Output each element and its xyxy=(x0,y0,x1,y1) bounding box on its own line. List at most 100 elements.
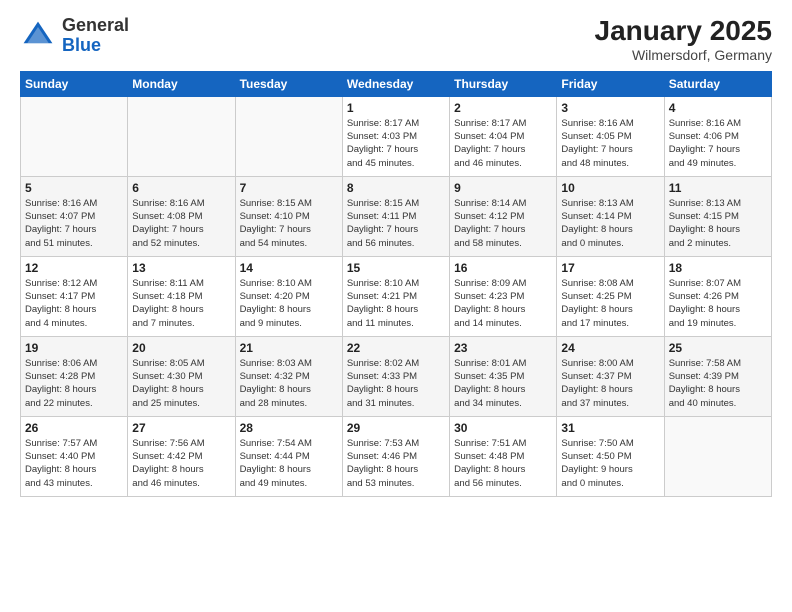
day-info: Sunrise: 7:56 AM Sunset: 4:42 PM Dayligh… xyxy=(132,437,230,490)
day-number: 30 xyxy=(454,421,552,435)
page: General Blue January 2025 Wilmersdorf, G… xyxy=(0,0,792,612)
day-info: Sunrise: 7:54 AM Sunset: 4:44 PM Dayligh… xyxy=(240,437,338,490)
day-info: Sunrise: 8:09 AM Sunset: 4:23 PM Dayligh… xyxy=(454,277,552,330)
day-number: 21 xyxy=(240,341,338,355)
logo-blue: Blue xyxy=(62,35,101,55)
day-cell xyxy=(235,96,342,176)
logo-icon xyxy=(20,18,56,54)
calendar: Sunday Monday Tuesday Wednesday Thursday… xyxy=(20,71,772,497)
day-cell: 3 Sunrise: 8:16 AM Sunset: 4:05 PM Daylig… xyxy=(557,96,664,176)
day-cell: 11Sunrise: 8:13 AM Sunset: 4:15 PM Dayli… xyxy=(664,176,771,256)
day-info: Sunrise: 8:15 AM Sunset: 4:11 PM Dayligh… xyxy=(347,197,445,250)
day-cell: 26 Sunrise: 7:57 AM Sunset: 4:40 PM Dayli… xyxy=(21,416,128,496)
day-number: 28 xyxy=(240,421,338,435)
day-number: 27 xyxy=(132,421,230,435)
col-monday: Monday xyxy=(128,71,235,96)
day-number: 24 xyxy=(561,341,659,355)
day-cell: 28 Sunrise: 7:54 AM Sunset: 4:44 PM Dayli… xyxy=(235,416,342,496)
day-cell: 22 Sunrise: 8:02 AM Sunset: 4:33 PM Dayli… xyxy=(342,336,449,416)
day-info: Sunrise: 8:10 AM Sunset: 4:21 PM Dayligh… xyxy=(347,277,445,330)
day-info: Sunrise: 8:16 AM Sunset: 4:06 PM Dayligh… xyxy=(669,117,767,170)
day-cell: 29Sunrise: 7:53 AM Sunset: 4:46 PM Dayli… xyxy=(342,416,449,496)
day-number: 19 xyxy=(25,341,123,355)
day-info: Sunrise: 7:51 AM Sunset: 4:48 PM Dayligh… xyxy=(454,437,552,490)
header: General Blue January 2025 Wilmersdorf, G… xyxy=(20,16,772,63)
day-number: 12 xyxy=(25,261,123,275)
day-info: Sunrise: 8:00 AM Sunset: 4:37 PM Dayligh… xyxy=(561,357,659,410)
day-cell: 19Sunrise: 8:06 AM Sunset: 4:28 PM Dayli… xyxy=(21,336,128,416)
day-number: 16 xyxy=(454,261,552,275)
day-info: Sunrise: 7:58 AM Sunset: 4:39 PM Dayligh… xyxy=(669,357,767,410)
day-info: Sunrise: 7:57 AM Sunset: 4:40 PM Dayligh… xyxy=(25,437,123,490)
day-info: Sunrise: 8:17 AM Sunset: 4:03 PM Dayligh… xyxy=(347,117,445,170)
day-number: 1 xyxy=(347,101,445,115)
day-number: 2 xyxy=(454,101,552,115)
day-cell: 12Sunrise: 8:12 AM Sunset: 4:17 PM Dayli… xyxy=(21,256,128,336)
logo-text: General Blue xyxy=(62,16,129,56)
calendar-header: Sunday Monday Tuesday Wednesday Thursday… xyxy=(21,71,772,96)
day-info: Sunrise: 8:14 AM Sunset: 4:12 PM Dayligh… xyxy=(454,197,552,250)
day-cell: 31Sunrise: 7:50 AM Sunset: 4:50 PM Dayli… xyxy=(557,416,664,496)
day-info: Sunrise: 8:11 AM Sunset: 4:18 PM Dayligh… xyxy=(132,277,230,330)
day-cell: 13 Sunrise: 8:11 AM Sunset: 4:18 PM Dayli… xyxy=(128,256,235,336)
day-info: Sunrise: 8:01 AM Sunset: 4:35 PM Dayligh… xyxy=(454,357,552,410)
days-of-week-row: Sunday Monday Tuesday Wednesday Thursday… xyxy=(21,71,772,96)
day-cell xyxy=(128,96,235,176)
day-info: Sunrise: 7:50 AM Sunset: 4:50 PM Dayligh… xyxy=(561,437,659,490)
day-cell: 2 Sunrise: 8:17 AM Sunset: 4:04 PM Daylig… xyxy=(450,96,557,176)
col-tuesday: Tuesday xyxy=(235,71,342,96)
day-cell: 15Sunrise: 8:10 AM Sunset: 4:21 PM Dayli… xyxy=(342,256,449,336)
day-cell: 23Sunrise: 8:01 AM Sunset: 4:35 PM Dayli… xyxy=(450,336,557,416)
day-cell: 10Sunrise: 8:13 AM Sunset: 4:14 PM Dayli… xyxy=(557,176,664,256)
week-row-3: 12Sunrise: 8:12 AM Sunset: 4:17 PM Dayli… xyxy=(21,256,772,336)
day-cell: 1 Sunrise: 8:17 AM Sunset: 4:03 PM Daylig… xyxy=(342,96,449,176)
day-number: 8 xyxy=(347,181,445,195)
day-cell: 16 Sunrise: 8:09 AM Sunset: 4:23 PM Dayli… xyxy=(450,256,557,336)
day-info: Sunrise: 8:15 AM Sunset: 4:10 PM Dayligh… xyxy=(240,197,338,250)
day-info: Sunrise: 8:07 AM Sunset: 4:26 PM Dayligh… xyxy=(669,277,767,330)
day-info: Sunrise: 8:16 AM Sunset: 4:07 PM Dayligh… xyxy=(25,197,123,250)
day-cell xyxy=(21,96,128,176)
day-number: 7 xyxy=(240,181,338,195)
day-info: Sunrise: 8:17 AM Sunset: 4:04 PM Dayligh… xyxy=(454,117,552,170)
day-cell: 27 Sunrise: 7:56 AM Sunset: 4:42 PM Dayli… xyxy=(128,416,235,496)
day-info: Sunrise: 8:16 AM Sunset: 4:05 PM Dayligh… xyxy=(561,117,659,170)
day-cell: 5Sunrise: 8:16 AM Sunset: 4:07 PM Daylig… xyxy=(21,176,128,256)
day-cell: 14Sunrise: 8:10 AM Sunset: 4:20 PM Dayli… xyxy=(235,256,342,336)
day-number: 20 xyxy=(132,341,230,355)
day-cell xyxy=(664,416,771,496)
day-number: 26 xyxy=(25,421,123,435)
day-cell: 25Sunrise: 7:58 AM Sunset: 4:39 PM Dayli… xyxy=(664,336,771,416)
week-row-1: 1 Sunrise: 8:17 AM Sunset: 4:03 PM Daylig… xyxy=(21,96,772,176)
day-number: 9 xyxy=(454,181,552,195)
day-info: Sunrise: 8:02 AM Sunset: 4:33 PM Dayligh… xyxy=(347,357,445,410)
day-info: Sunrise: 8:10 AM Sunset: 4:20 PM Dayligh… xyxy=(240,277,338,330)
day-cell: 24 Sunrise: 8:00 AM Sunset: 4:37 PM Dayli… xyxy=(557,336,664,416)
day-info: Sunrise: 8:08 AM Sunset: 4:25 PM Dayligh… xyxy=(561,277,659,330)
day-cell: 6Sunrise: 8:16 AM Sunset: 4:08 PM Daylig… xyxy=(128,176,235,256)
day-cell: 21 Sunrise: 8:03 AM Sunset: 4:32 PM Dayli… xyxy=(235,336,342,416)
col-thursday: Thursday xyxy=(450,71,557,96)
day-cell: 30 Sunrise: 7:51 AM Sunset: 4:48 PM Dayli… xyxy=(450,416,557,496)
day-cell: 9 Sunrise: 8:14 AM Sunset: 4:12 PM Daylig… xyxy=(450,176,557,256)
logo-general: General xyxy=(62,15,129,35)
day-number: 17 xyxy=(561,261,659,275)
day-number: 13 xyxy=(132,261,230,275)
day-info: Sunrise: 8:13 AM Sunset: 4:15 PM Dayligh… xyxy=(669,197,767,250)
subtitle: Wilmersdorf, Germany xyxy=(595,47,772,63)
day-cell: 18Sunrise: 8:07 AM Sunset: 4:26 PM Dayli… xyxy=(664,256,771,336)
col-sunday: Sunday xyxy=(21,71,128,96)
day-cell: 8 Sunrise: 8:15 AM Sunset: 4:11 PM Daylig… xyxy=(342,176,449,256)
week-row-2: 5Sunrise: 8:16 AM Sunset: 4:07 PM Daylig… xyxy=(21,176,772,256)
day-number: 22 xyxy=(347,341,445,355)
col-wednesday: Wednesday xyxy=(342,71,449,96)
day-cell: 7 Sunrise: 8:15 AM Sunset: 4:10 PM Daylig… xyxy=(235,176,342,256)
day-info: Sunrise: 8:05 AM Sunset: 4:30 PM Dayligh… xyxy=(132,357,230,410)
week-row-5: 26 Sunrise: 7:57 AM Sunset: 4:40 PM Dayli… xyxy=(21,416,772,496)
day-info: Sunrise: 8:03 AM Sunset: 4:32 PM Dayligh… xyxy=(240,357,338,410)
main-title: January 2025 xyxy=(595,16,772,47)
day-cell: 20 Sunrise: 8:05 AM Sunset: 4:30 PM Dayli… xyxy=(128,336,235,416)
day-cell: 17 Sunrise: 8:08 AM Sunset: 4:25 PM Dayli… xyxy=(557,256,664,336)
day-number: 3 xyxy=(561,101,659,115)
day-number: 4 xyxy=(669,101,767,115)
